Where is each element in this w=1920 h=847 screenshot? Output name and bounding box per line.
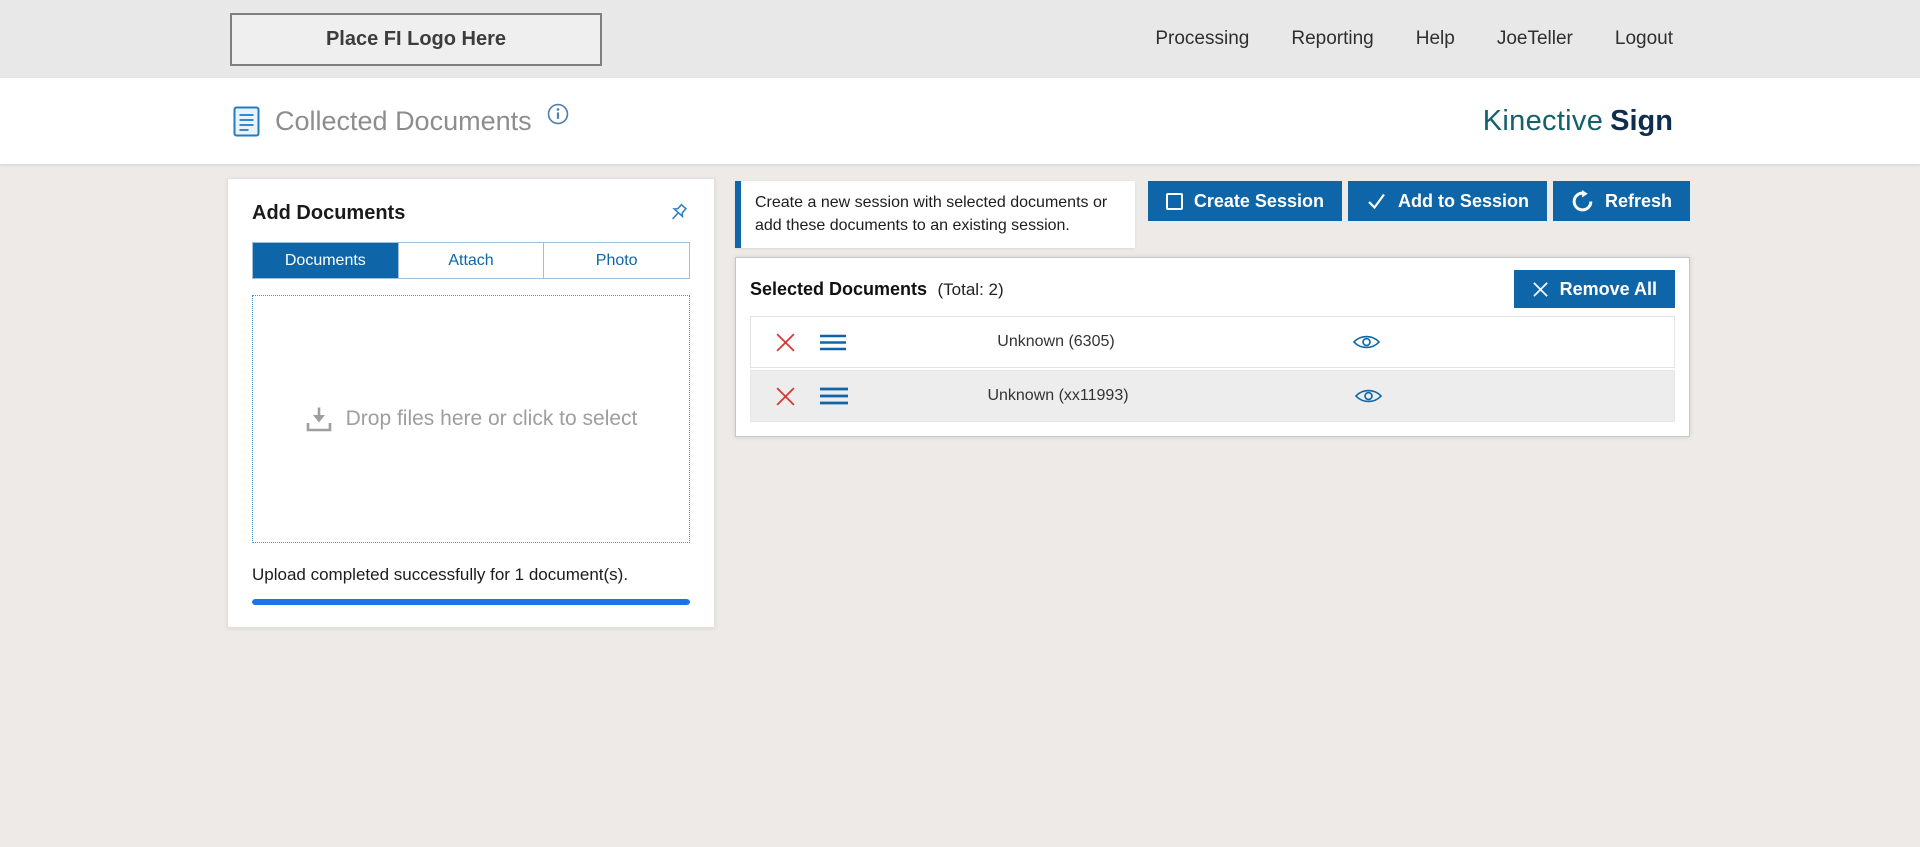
- document-name: Unknown (6305): [846, 333, 1266, 351]
- tab-documents[interactable]: Documents: [253, 243, 399, 278]
- upload-status-text: Upload completed successfully for 1 docu…: [252, 565, 690, 585]
- document-list: Unknown (6305): [750, 316, 1675, 422]
- add-documents-header: Add Documents: [252, 199, 690, 227]
- tab-photo[interactable]: Photo: [544, 243, 689, 278]
- file-dropzone[interactable]: Drop files here or click to select: [252, 295, 690, 543]
- info-icon[interactable]: [547, 103, 569, 125]
- document-row: Unknown (6305): [750, 316, 1675, 368]
- sub-header: Collected Documents Kinective Sign: [0, 78, 1920, 164]
- square-icon: [1166, 193, 1183, 210]
- brand-suffix: Sign: [1610, 105, 1673, 138]
- upload-progress-bar: [252, 599, 690, 605]
- refresh-button[interactable]: Refresh: [1553, 181, 1690, 221]
- eye-icon[interactable]: [1354, 386, 1383, 406]
- page: Place FI Logo Here Processing Reporting …: [0, 0, 1920, 847]
- fi-logo-placeholder: Place FI Logo Here: [230, 13, 602, 66]
- fi-logo-text: Place FI Logo Here: [326, 28, 506, 51]
- tab-attach[interactable]: Attach: [399, 243, 545, 278]
- x-icon: [1532, 281, 1549, 298]
- refresh-icon: [1571, 190, 1594, 213]
- create-session-button[interactable]: Create Session: [1148, 181, 1342, 221]
- selected-documents-total: (Total: 2): [938, 280, 1004, 299]
- remove-all-label: Remove All: [1560, 279, 1657, 300]
- drag-handle-icon[interactable]: [820, 334, 846, 351]
- nav-reporting[interactable]: Reporting: [1291, 28, 1373, 50]
- top-navigation: Processing Reporting Help JoeTeller Logo…: [1155, 0, 1673, 78]
- add-documents-title: Add Documents: [252, 202, 405, 225]
- remove-all-button[interactable]: Remove All: [1514, 270, 1675, 308]
- drag-handle-icon[interactable]: [820, 387, 848, 405]
- add-to-session-button[interactable]: Add to Session: [1348, 181, 1547, 221]
- dropzone-label: Drop files here or click to select: [346, 407, 638, 431]
- nav-logout[interactable]: Logout: [1615, 28, 1673, 50]
- add-documents-tabs: Documents Attach Photo: [252, 242, 690, 279]
- selected-documents-header: Selected Documents (Total: 2) Remove All: [750, 268, 1675, 310]
- delete-document-icon[interactable]: [775, 332, 796, 353]
- document-row: Unknown (xx11993): [750, 370, 1675, 422]
- selected-documents-title-group: Selected Documents (Total: 2): [750, 279, 1004, 300]
- brand-logo: Kinective Sign: [1483, 78, 1673, 164]
- session-actions: Create Session Add to Session Refresh: [1148, 181, 1690, 221]
- pin-icon[interactable]: [666, 201, 690, 225]
- create-session-label: Create Session: [1194, 191, 1324, 212]
- eye-icon[interactable]: [1352, 332, 1381, 352]
- document-icon: [233, 106, 260, 137]
- selected-documents-title: Selected Documents: [750, 279, 927, 299]
- session-info-message: Create a new session with selected docum…: [735, 181, 1135, 248]
- download-icon: [305, 406, 333, 433]
- page-title: Collected Documents: [275, 106, 532, 137]
- check-icon: [1366, 191, 1387, 211]
- document-name: Unknown (xx11993): [848, 387, 1268, 405]
- refresh-label: Refresh: [1605, 191, 1672, 212]
- nav-help[interactable]: Help: [1416, 28, 1455, 50]
- selected-documents-panel: Selected Documents (Total: 2) Remove All: [735, 257, 1690, 437]
- top-bar: Place FI Logo Here Processing Reporting …: [0, 0, 1920, 78]
- brand-name: Kinective: [1483, 105, 1603, 138]
- upload-progress-fill: [252, 599, 690, 605]
- add-documents-card: Add Documents Documents Attach Photo: [227, 178, 715, 628]
- nav-user[interactable]: JoeTeller: [1497, 28, 1573, 50]
- page-title-group: Collected Documents: [233, 78, 569, 164]
- delete-document-icon[interactable]: [775, 386, 796, 407]
- nav-processing[interactable]: Processing: [1155, 28, 1249, 50]
- add-to-session-label: Add to Session: [1398, 191, 1529, 212]
